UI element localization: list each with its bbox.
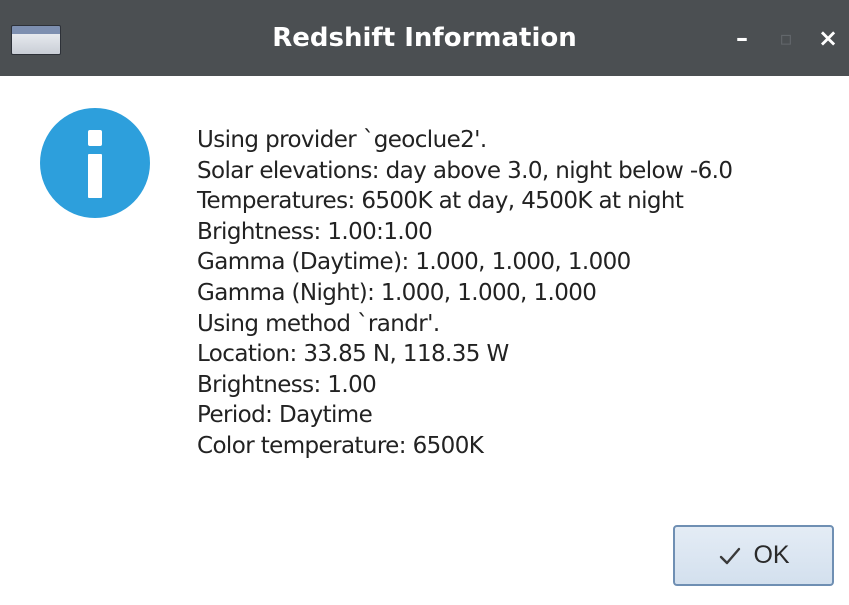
info-line-color-temperature: Color temperature: 6500K: [197, 432, 484, 459]
info-icon-dot: [88, 130, 102, 146]
info-line-location: Location: 33.85 N, 118.35 W: [197, 341, 509, 368]
window-title: Redshift Information: [272, 23, 577, 53]
info-icon-stem: [88, 154, 102, 198]
ok-button[interactable]: OK: [673, 525, 834, 586]
close-button[interactable]: ×: [814, 24, 842, 52]
info-icon: [40, 108, 150, 218]
info-line-temperatures: Temperatures: 6500K at day, 4500K at nig…: [197, 188, 684, 215]
ok-button-label: OK: [753, 541, 790, 569]
info-line-period: Period: Daytime: [197, 402, 373, 429]
info-line-solar-elevations: Solar elevations: day above 3.0, night b…: [197, 157, 733, 184]
redshift-info-text: Using provider `geoclue2'. Solar elevati…: [197, 125, 733, 462]
info-line-provider: Using provider `geoclue2'.: [197, 127, 487, 153]
info-line-brightness: Brightness: 1.00: [197, 371, 377, 398]
checkmark-icon: [720, 547, 741, 564]
redshift-information-dialog: Redshift Information – ▫ × Using provide…: [0, 0, 849, 605]
info-line-gamma-daytime: Gamma (Daytime): 1.000, 1.000, 1.000: [197, 249, 631, 276]
maximize-button[interactable]: ▫: [772, 24, 800, 52]
info-line-method: Using method `randr'.: [197, 310, 440, 337]
title-bar[interactable]: Redshift Information – ▫ ×: [0, 0, 849, 76]
minimize-button[interactable]: –: [728, 24, 756, 52]
info-line-brightness-range: Brightness: 1.00:1.00: [197, 218, 433, 245]
info-line-gamma-night: Gamma (Night): 1.000, 1.000, 1.000: [197, 279, 597, 306]
